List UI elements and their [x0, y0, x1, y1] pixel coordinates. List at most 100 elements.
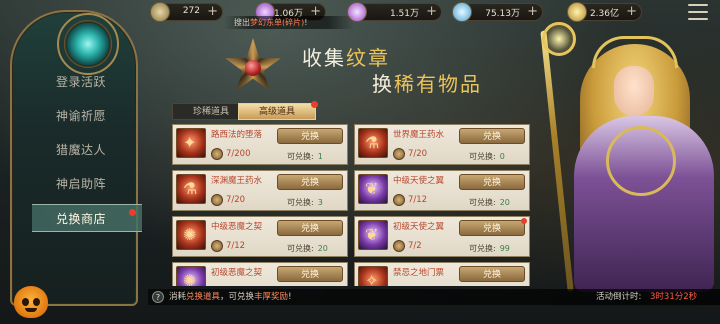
exchange-item-card: ✺ 初级恶魔之契 兑换 [172, 262, 348, 286]
sidebar-item-oracle-wish[interactable]: 神谕祈愿 [32, 102, 142, 130]
exchange-button[interactable]: 兑换 [277, 174, 343, 190]
item-cost: 7/200 [211, 147, 251, 161]
exchange-button[interactable]: 兑换 [277, 266, 343, 282]
footer-tip: 消耗兑换道具，可兑换丰厚奖励! [169, 292, 292, 302]
resource-compass-coin[interactable]: 272 + [150, 2, 223, 22]
add-resource-button[interactable]: + [527, 4, 538, 19]
exchange-limit-label: 可兑换: [469, 198, 496, 207]
exchange-limit-label: 可兑换: [469, 152, 496, 161]
exchange-limit: 可兑换: 99 [469, 243, 510, 254]
emblem-currency-icon [211, 240, 223, 252]
item-cost-value: 7/20 [226, 195, 246, 205]
exchange-limit: 可兑换: 0 [469, 151, 505, 162]
notification-dot [129, 209, 136, 216]
medal-gem-icon [245, 60, 261, 76]
exchange-limit-label: 可兑换: [469, 244, 496, 253]
item-thumbnail-icon[interactable]: ✧ [358, 266, 388, 286]
item-name: 深渊魔王药水 [211, 176, 263, 186]
exchange-limit-label: 可兑换: [287, 244, 314, 253]
notification-dot [311, 101, 318, 108]
item-thumbnail-icon[interactable]: ❦ [358, 220, 388, 250]
exchange-button[interactable]: 兑换 [277, 128, 343, 144]
item-cost: 7/12 [211, 239, 245, 253]
character-face [614, 66, 654, 116]
sidebar-item-login-activity[interactable]: 登录活跃 [32, 68, 142, 96]
item-thumbnail-icon[interactable]: ✦ [176, 128, 206, 158]
exchange-item-grid[interactable]: ✦ 路西法的堕落 7/200 兑换 可兑换: 1 ⚗ 世界魔王药水 7/20 兑换… [172, 124, 538, 286]
resource-value: 75.13万 [485, 9, 520, 19]
item-name: 路西法的堕落 [211, 130, 263, 140]
exchange-button[interactable]: 兑换 [277, 220, 343, 236]
header-text: 换 [372, 72, 394, 96]
item-cost: 7/20 [211, 193, 245, 207]
exchange-button[interactable]: 兑换 [459, 266, 525, 282]
header-text: 收集 [302, 46, 346, 70]
item-name: 世界魔王药水 [393, 130, 445, 140]
emblem-currency-icon [393, 240, 405, 252]
emblem-currency-icon [393, 148, 405, 160]
marquee-prefix: 搜出 [234, 18, 250, 27]
rune-emblem-icon [64, 20, 112, 68]
add-resource-button[interactable]: + [426, 4, 437, 19]
exchange-button[interactable]: 兑换 [459, 128, 525, 144]
resource-value: 272 [182, 6, 200, 16]
resource-diamond[interactable]: 75.13万 + [452, 2, 543, 22]
menu-icon[interactable] [688, 4, 708, 20]
item-name: 禁忌之地门票 [393, 268, 445, 278]
announcement-marquee: 搜出梦幻东单(碎片)! [224, 16, 354, 29]
sidebar-item-demon-hunter[interactable]: 猎魔达人 [32, 136, 142, 164]
item-cost: 7/20 [393, 147, 427, 161]
sidebar-item-label: 神谕祈愿 [56, 109, 107, 123]
exchange-item-card: ❦ 初级天使之翼 7/2 兑换 可兑换: 99 [354, 216, 530, 257]
mascot-assistant-icon[interactable] [14, 286, 48, 318]
notification-dot [521, 218, 527, 224]
exchange-limit-value: 20 [499, 198, 510, 207]
tab-advanced-items[interactable]: 高级道具 [238, 101, 318, 120]
header-emphasis: 纹章 [346, 46, 390, 70]
event-sidebar: 登录活跃 神谕祈愿 猎魔达人 神启助阵 兑换商店 [10, 10, 142, 306]
add-resource-button[interactable]: + [207, 4, 218, 19]
exchange-button[interactable]: 兑换 [459, 174, 525, 190]
item-cost-value: 7/2 [408, 241, 422, 251]
exchange-item-card: ⚗ 世界魔王药水 7/20 兑换 可兑换: 0 [354, 124, 530, 165]
resource-amethyst[interactable]: 1.51万 + [347, 2, 442, 22]
exchange-limit-value: 20 [317, 244, 328, 253]
header-line-2: 换稀有物品 [372, 68, 482, 97]
item-thumbnail-icon[interactable]: ❦ [358, 174, 388, 204]
emblem-currency-icon [211, 194, 223, 206]
exchange-limit-label: 可兑换: [287, 198, 314, 207]
exchange-limit-value: 99 [499, 244, 510, 253]
item-thumbnail-icon[interactable]: ⚗ [176, 174, 206, 204]
item-thumbnail-icon[interactable]: ✺ [176, 266, 206, 286]
help-icon[interactable]: ? [152, 291, 164, 303]
exchange-limit: 可兑换: 3 [287, 197, 323, 208]
tab-label: 高级道具 [258, 107, 295, 117]
countdown-timer: 3时31分2秒 [650, 292, 698, 302]
exchange-limit: 可兑换: 20 [469, 197, 510, 208]
exchange-button-label: 兑换 [482, 224, 501, 234]
sidebar-item-label: 兑换商店 [56, 212, 107, 226]
sidebar-item-label: 神启助阵 [56, 177, 107, 191]
character-staff [540, 30, 574, 292]
marquee-highlight: 梦幻东单(碎片) [250, 18, 305, 27]
header-emphasis: 稀有物品 [394, 72, 482, 96]
item-thumbnail-icon[interactable]: ✺ [176, 220, 206, 250]
staff-orb [542, 22, 576, 56]
exchange-limit: 可兑换: 20 [287, 243, 328, 254]
diamond-icon [452, 2, 472, 22]
resource-gold-coin[interactable]: 2.36亿 + [567, 2, 642, 22]
resource-value: 1.51万 [389, 9, 419, 19]
resource-value: 2.36亿 [589, 9, 619, 19]
item-thumbnail-icon[interactable]: ⚗ [358, 128, 388, 158]
exchange-item-card: ✧ 禁忌之地门票 兑换 [354, 262, 530, 286]
header-line-1: 收集纹章 [302, 42, 390, 71]
item-cost: 7/12 [393, 193, 427, 207]
sidebar-item-exchange-shop[interactable]: 兑换商店 [32, 204, 142, 232]
add-resource-button[interactable]: + [626, 4, 637, 19]
emblem-currency-icon [393, 194, 405, 206]
exchange-button[interactable]: 兑换 [459, 218, 527, 236]
exchange-limit-label: 可兑换: [287, 152, 314, 161]
emblem-currency-icon [211, 148, 223, 160]
sidebar-item-divine-assist[interactable]: 神启助阵 [32, 170, 142, 198]
item-cost-value: 7/12 [226, 241, 246, 251]
